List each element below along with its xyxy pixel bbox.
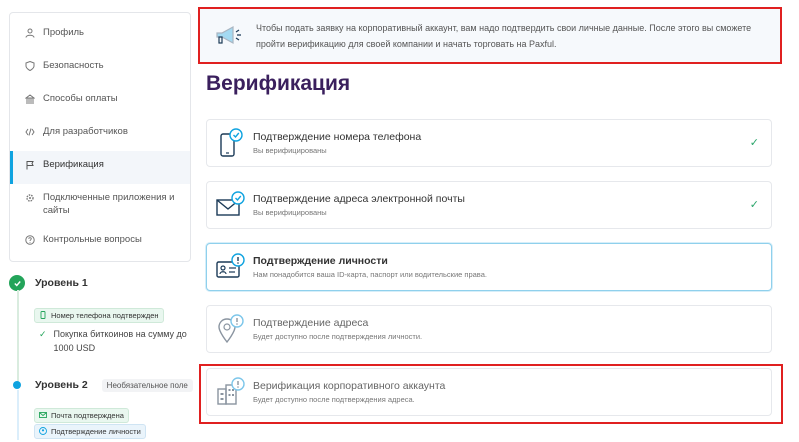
id-card-icon	[207, 253, 253, 281]
sidebar-item-label: Безопасность	[43, 60, 104, 71]
phone-verification-card[interactable]: Подтверждение номера телефона Вы верифиц…	[206, 119, 772, 167]
level-progress-line	[17, 390, 19, 440]
sidebar-item-security[interactable]: Безопасность	[10, 52, 190, 85]
sidebar-item-label: Контрольные вопросы	[43, 234, 142, 245]
check-circle-icon	[9, 275, 25, 291]
level-2-title: Уровень 2	[35, 379, 88, 391]
card-subtitle: Будет доступно после подтверждения лично…	[253, 332, 423, 341]
level-dot-icon	[13, 381, 21, 389]
sidebar-item-label: Профиль	[43, 27, 85, 38]
mail-icon	[39, 412, 47, 418]
highlight-frame	[199, 364, 783, 424]
phone-icon	[207, 128, 253, 158]
level-2-header: Уровень 2 Необязательное поле	[9, 374, 193, 396]
sidebar-item-payment-methods[interactable]: Способы оплаты	[10, 85, 190, 118]
envelope-icon	[207, 191, 253, 219]
optional-tag: Необязательное поле	[101, 378, 193, 392]
user-circle-icon	[39, 427, 47, 435]
badge-label: Номер телефона подтвержден	[51, 310, 159, 320]
question-icon	[25, 235, 35, 245]
sidebar-item-verification[interactable]: Верификация	[10, 151, 190, 184]
shield-icon	[25, 61, 35, 71]
level-1-feature: ✓ Покупка биткоинов на сумму до 1000 USD	[39, 327, 199, 355]
user-icon	[25, 28, 35, 38]
feature-label: Покупка биткоинов на сумму до 1000 USD	[53, 329, 187, 353]
card-subtitle: Нам понадобится ваша ID-карта, паспорт и…	[253, 270, 487, 279]
identity-verification-card[interactable]: Подтверждение личности Нам понадобится в…	[206, 243, 772, 291]
status-badge: Почта подтверждена	[34, 407, 129, 423]
verification-levels: Уровень 1 Номер телефона подтвержден ✓ П…	[9, 272, 199, 440]
sidebar-item-label: Верификация	[43, 159, 104, 170]
sidebar-item-label: Для разработчиков	[43, 126, 128, 137]
card-subtitle: Вы верифицированы	[253, 146, 327, 155]
card-title: Подтверждение личности	[253, 255, 388, 267]
card-title: Подтверждение номера телефона	[253, 131, 422, 143]
check-icon: ✓	[39, 329, 47, 339]
level-1-header: Уровень 1	[9, 272, 199, 294]
check-icon: ✓	[749, 137, 759, 149]
corporate-account-notice: Чтобы подать заявку на корпоративный акк…	[198, 7, 782, 64]
badge-label: Подтверждение личности	[51, 426, 141, 436]
sidebar-item-profile[interactable]: Профиль	[10, 19, 190, 52]
phone-verified-badge-wrap: Номер телефона подтвержден	[34, 306, 164, 324]
notice-text: Чтобы подать заявку на корпоративный акк…	[256, 22, 752, 49]
email-verification-card[interactable]: Подтверждение адреса электронной почты В…	[206, 181, 772, 229]
badge-label: Почта подтверждена	[51, 410, 124, 420]
sidebar-item-label: Способы оплаты	[43, 93, 118, 104]
gear-icon	[26, 194, 34, 202]
card-subtitle: Вы верифицированы	[253, 208, 327, 217]
sidebar-item-label: Подключенные приложения и сайты	[43, 192, 175, 216]
sidebar-item-security-questions[interactable]: Контрольные вопросы	[10, 226, 190, 259]
status-badge: Номер телефона подтвержден	[34, 307, 164, 323]
card-title: Подтверждение адреса	[253, 317, 369, 329]
bank-icon	[25, 94, 35, 104]
sidebar-item-developers[interactable]: Для разработчиков	[10, 118, 190, 151]
identity-badge-wrap: Подтверждение личности	[34, 422, 146, 440]
check-icon: ✓	[749, 199, 759, 211]
location-pin-icon	[207, 314, 253, 344]
flag-icon	[26, 161, 34, 170]
level-progress-line	[17, 290, 19, 382]
sidebar-item-connected-apps[interactable]: Подключенные приложения и сайты	[10, 184, 190, 226]
card-title: Подтверждение адреса электронной почты	[253, 193, 465, 205]
settings-sidebar: Профиль Безопасность Способы оплаты Для …	[9, 12, 191, 262]
address-verification-card[interactable]: Подтверждение адреса Будет доступно посл…	[206, 305, 772, 353]
megaphone-icon	[200, 24, 256, 48]
page-title: Верификация	[206, 72, 351, 95]
code-icon	[25, 128, 35, 136]
phone-icon	[40, 311, 46, 319]
status-badge: Подтверждение личности	[34, 423, 146, 439]
level-1-title: Уровень 1	[35, 277, 88, 289]
